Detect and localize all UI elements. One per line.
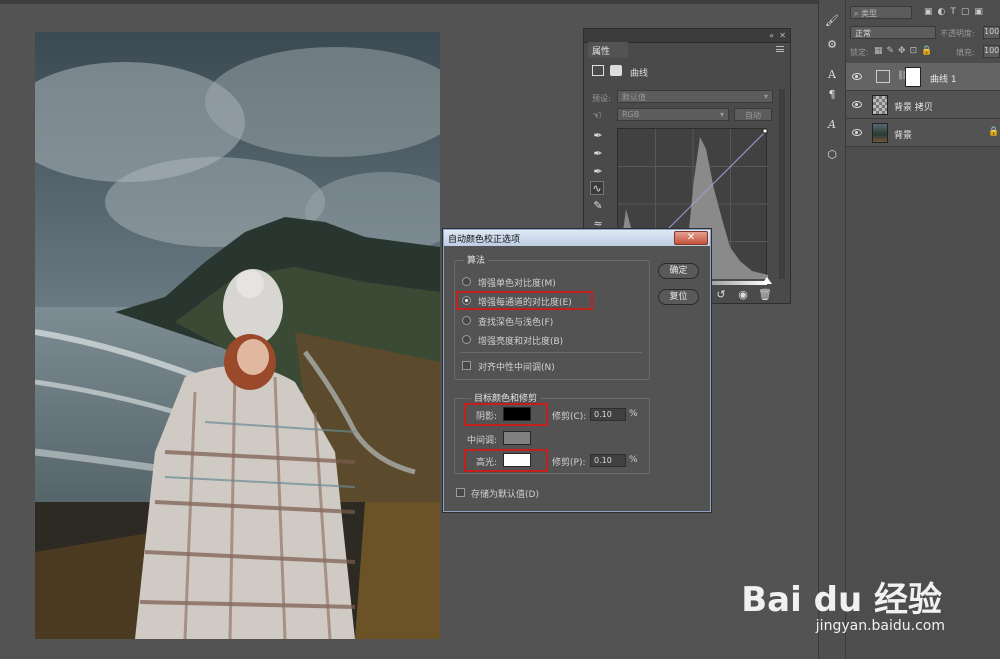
tab-properties[interactable]: 属性 [588, 42, 628, 58]
layer-name: 背景 拷贝 [894, 103, 933, 113]
eye-icon[interactable] [852, 129, 862, 136]
paragraph-icon[interactable]: ¶ [825, 88, 839, 102]
filter-icons[interactable]: ▣◐T▢▣ [924, 7, 988, 17]
ok-button[interactable]: 确定 [658, 263, 699, 279]
lock-label: 锁定: [850, 48, 869, 57]
target-adjust-icon[interactable]: ☜ [590, 109, 604, 123]
panel-header [584, 29, 790, 43]
blend-mode-dropdown[interactable]: 正常 [850, 26, 936, 39]
layer-name: 曲线 1 [930, 75, 957, 85]
reset-button[interactable]: 复位 [658, 289, 699, 305]
layer-background-copy[interactable]: 背景 拷贝 [846, 91, 1000, 119]
highlights-label: 高光: [476, 458, 498, 468]
layer-thumbnail [872, 95, 888, 115]
dialog-title: 自动颜色校正选项 [444, 230, 710, 246]
adjustments-icon[interactable]: ⚙ [825, 38, 839, 52]
option-brightness-contrast[interactable]: 增强亮度和对比度(B) [462, 334, 642, 347]
adjustment-title: 曲线 [630, 69, 649, 79]
opacity-label: 不透明度: [940, 29, 975, 38]
option-label: 增强亮度和对比度(B) [478, 337, 564, 347]
clip-highlights-percent: % [629, 455, 638, 465]
close-button[interactable]: ✕ [674, 231, 708, 245]
highlights-color-swatch[interactable] [503, 453, 531, 467]
option-label: 查找深色与浅色(F) [478, 318, 554, 328]
collapse-icon[interactable]: « [769, 31, 774, 40]
radio-monochromatic-contrast[interactable] [462, 277, 471, 286]
eye-icon[interactable] [852, 101, 862, 108]
layers-panel: ⌕ 类型 ▣◐T▢▣ 正常 不透明度: 100% 锁定: ▦✎✥⊡🔒 填充: 1… [846, 0, 1000, 659]
eye-icon[interactable] [852, 73, 862, 80]
fill-input[interactable]: 100% [983, 45, 1000, 58]
channel-dropdown[interactable]: RGB ▾ [617, 108, 729, 121]
filter-kind-dropdown[interactable]: ⌕ 类型 [850, 6, 912, 19]
lock-icon: 🔒 [988, 127, 1000, 137]
gray-point-eyedropper-icon[interactable]: ✒ [591, 147, 605, 161]
option-label: 增强每通道的对比度(E) [478, 298, 572, 308]
preset-dropdown[interactable]: 默认值 ▾ [617, 90, 773, 103]
layer-curves-1[interactable]: ⛓ 曲线 1 [846, 63, 1000, 91]
save-default-label: 存储为默认值(D) [471, 490, 539, 500]
baidu-watermark: Bai du 经验 [741, 580, 942, 620]
white-point-eyedropper-icon[interactable]: ✒ [591, 165, 605, 179]
save-as-default[interactable]: 存储为默认值(D) [456, 487, 636, 500]
top-ruler [0, 0, 818, 4]
option-label: 增强单色对比度(M) [478, 279, 556, 289]
reset-adjustment-icon[interactable]: ↺ [714, 288, 728, 302]
auto-color-correction-dialog: 自动颜色校正选项 ✕ 算法 增强单色对比度(M) 增强每通道的对比度(E) 查找… [443, 229, 711, 512]
layer-background[interactable]: 背景 🔒 [846, 119, 1000, 147]
clip-shadows-input[interactable]: 0.10 [590, 408, 626, 421]
shadows-color-swatch[interactable] [503, 407, 531, 421]
layer-thumbnail [872, 123, 888, 143]
midtones-color-swatch[interactable] [503, 431, 531, 445]
glyphs-icon[interactable]: A [825, 118, 839, 132]
option-monochromatic-contrast[interactable]: 增强单色对比度(M) [462, 276, 642, 289]
fill-label: 填充: [956, 48, 975, 57]
layer-name: 背景 [894, 131, 913, 141]
radio-find-dark-light[interactable] [462, 316, 471, 325]
brush-icon[interactable]: 🖌 [825, 14, 839, 28]
save-default-checkbox[interactable] [456, 488, 465, 497]
clip-shadows-percent: % [629, 409, 638, 419]
curve-point-tool-icon[interactable]: ∿ [590, 181, 604, 195]
white-point-slider-icon[interactable] [762, 277, 772, 284]
panel-scrollbar[interactable] [779, 89, 785, 279]
preset-label: 预设: [592, 94, 611, 103]
pencil-icon[interactable]: ✎ [591, 199, 605, 213]
layer-mask-thumbnail[interactable] [905, 67, 921, 87]
radio-brightness-contrast[interactable] [462, 335, 471, 344]
3d-cube-icon[interactable]: ⬡ [825, 148, 839, 162]
shadows-label: 阴影: [476, 412, 498, 422]
auto-button[interactable]: 自动 [734, 108, 772, 121]
canvas-photo[interactable] [35, 32, 440, 639]
option-find-dark-light[interactable]: 查找深色与浅色(F) [462, 315, 642, 328]
panel-menu-icon[interactable] [776, 46, 784, 52]
midtones-label: 中间调: [467, 436, 498, 446]
watermark-url: jingyan.baidu.com [815, 618, 945, 634]
panel-icon-strip: 🖌 ⚙ A ¶ A ⬡ [818, 0, 846, 659]
character-icon[interactable]: A [825, 68, 839, 82]
lock-icons[interactable]: ▦✎✥⊡🔒 [874, 46, 936, 56]
radio-per-channel-contrast[interactable] [462, 296, 471, 305]
snap-neutral-midtones[interactable]: 对齐中性中间调(N) [462, 360, 642, 373]
algorithm-group-title: 算法 [464, 253, 489, 266]
mask-icon[interactable] [610, 65, 622, 76]
black-point-eyedropper-icon[interactable]: ✒ [591, 129, 605, 143]
clip-highlights-label: 修剪(P): [552, 458, 586, 468]
visibility-toggle-icon[interactable]: ◉ [736, 288, 750, 302]
opacity-input[interactable]: 100% [983, 26, 1000, 39]
trash-icon[interactable]: 🗑 [758, 288, 772, 302]
snap-neutral-label: 对齐中性中间调(N) [478, 363, 555, 373]
clip-highlights-input[interactable]: 0.10 [590, 454, 626, 467]
close-panel-icon[interactable]: ✕ [779, 31, 786, 40]
snap-neutral-checkbox[interactable] [462, 361, 471, 370]
clip-shadows-label: 修剪(C): [552, 412, 587, 422]
option-per-channel-contrast[interactable]: 增强每通道的对比度(E) [462, 295, 642, 308]
divider [460, 352, 642, 353]
curves-adjustment-icon [592, 65, 604, 76]
curves-layer-icon [876, 70, 890, 83]
